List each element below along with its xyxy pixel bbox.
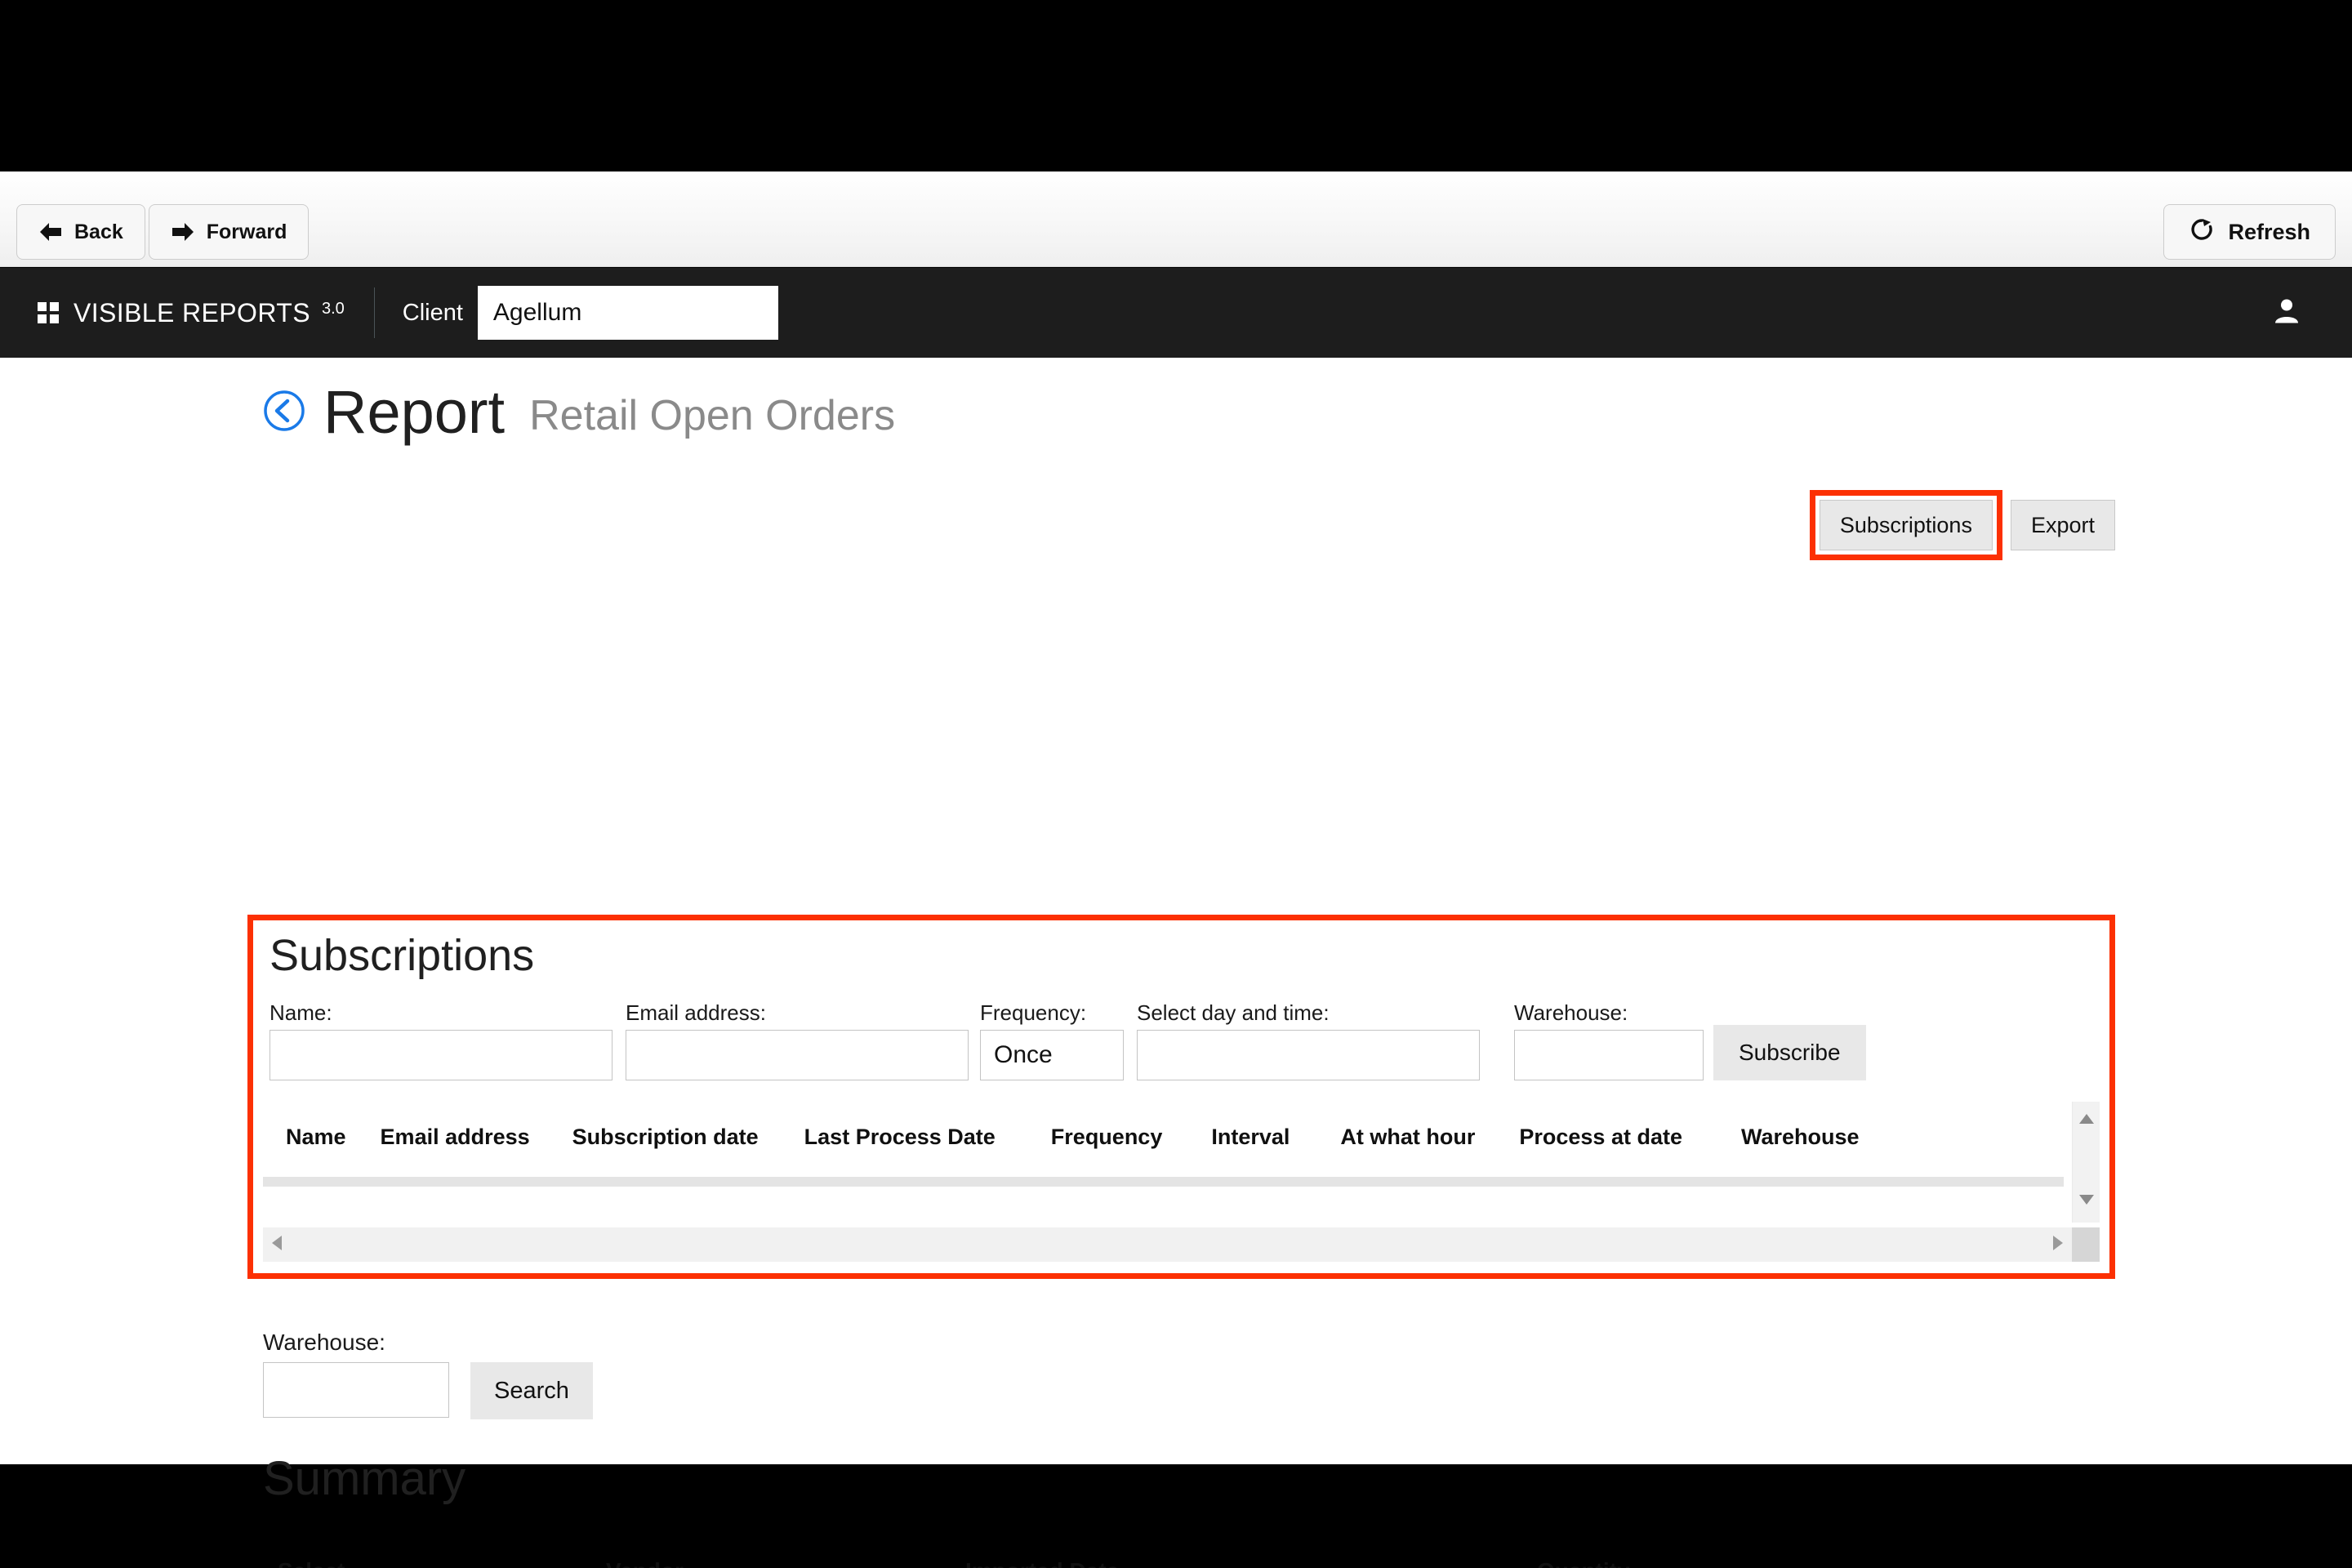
subscription-warehouse-input[interactable]: [1514, 1030, 1704, 1080]
column-header-interval[interactable]: Interval: [1211, 1125, 1290, 1150]
column-header-frequency[interactable]: Frequency: [1051, 1125, 1163, 1150]
subscriptions-button[interactable]: Subscriptions: [1819, 500, 1993, 550]
warehouse-search: Warehouse: Search: [263, 1330, 593, 1419]
client-input[interactable]: [477, 286, 778, 340]
subscription-form: Name: Email address: Frequency: Once Sel…: [270, 1002, 1866, 1080]
browser-nav-group: Back Forward: [16, 204, 310, 260]
screen-root: Back Forward Refresh VISIBLE REPORTS 3.0: [0, 0, 2352, 1568]
column-header-name[interactable]: Name: [286, 1125, 346, 1150]
grid-header-separator: [263, 1177, 2064, 1187]
grid-vertical-scrollbar[interactable]: [2072, 1102, 2100, 1223]
summary-column-vendor[interactable]: Vendor: [606, 1558, 965, 1568]
email-label: Email address:: [626, 1000, 766, 1025]
forward-button-label: Forward: [206, 220, 287, 243]
column-header-at-what-hour[interactable]: At what hour: [1340, 1125, 1475, 1150]
subscription-warehouse-label: Warehouse:: [1514, 1000, 1628, 1025]
header-divider: [373, 287, 375, 338]
report-actions: Subscriptions Export: [1809, 490, 2115, 560]
refresh-icon: [2189, 216, 2215, 248]
frequency-label: Frequency:: [980, 1000, 1087, 1025]
subscription-warehouse-field-group: Warehouse:: [1514, 1002, 1704, 1080]
warehouse-search-input[interactable]: [263, 1362, 449, 1418]
email-field-group: Email address:: [626, 1002, 969, 1080]
subscriptions-panel: Subscriptions Name: Email address: Frequ…: [247, 915, 2115, 1279]
subscriptions-grid-header: Name Email address Subscription date Las…: [263, 1102, 2064, 1172]
frequency-select[interactable]: Once: [980, 1030, 1124, 1080]
column-header-warehouse[interactable]: Warehouse: [1741, 1125, 1860, 1150]
name-input[interactable]: [270, 1030, 612, 1080]
app-header: VISIBLE REPORTS 3.0 Client: [0, 268, 2352, 358]
column-header-last-process-date[interactable]: Last Process Date: [804, 1125, 996, 1150]
arrow-left-icon: [38, 221, 63, 243]
summary-table-header: Select Vendor Imported Date Quantity: [263, 1542, 2086, 1568]
client-label: Client: [402, 299, 463, 326]
arrow-right-icon: [171, 221, 195, 243]
column-header-process-at-date[interactable]: Process at date: [1519, 1125, 1682, 1150]
scroll-left-icon[interactable]: [271, 1235, 283, 1255]
refresh-button[interactable]: Refresh: [2163, 204, 2336, 260]
name-field-group: Name:: [270, 1002, 612, 1080]
name-label: Name:: [270, 1000, 332, 1025]
back-circle-icon[interactable]: [263, 390, 305, 436]
brand-version: 3.0: [321, 299, 345, 318]
summary-column-imported-date[interactable]: Imported Date: [965, 1558, 1537, 1568]
daytime-input[interactable]: [1137, 1030, 1480, 1080]
page-subtitle: Retail Open Orders: [529, 392, 896, 439]
email-input[interactable]: [626, 1030, 969, 1080]
column-header-email-address[interactable]: Email address: [381, 1125, 530, 1150]
back-button-label: Back: [74, 220, 123, 243]
page-title: Report: [323, 378, 506, 446]
user-account-icon[interactable]: [2272, 296, 2301, 330]
search-button[interactable]: Search: [470, 1362, 593, 1419]
subscriptions-grid: Name Email address Subscription date Las…: [263, 1102, 2100, 1262]
scroll-right-icon[interactable]: [2052, 1235, 2064, 1255]
summary-column-quantity[interactable]: Quantity: [1537, 1558, 1864, 1568]
warehouse-search-label: Warehouse:: [263, 1330, 385, 1355]
subscriptions-heading: Subscriptions: [270, 931, 535, 980]
brand-name: VISIBLE REPORTS: [74, 297, 310, 327]
page-title-row: Report Retail Open Orders: [263, 382, 895, 443]
brand: VISIBLE REPORTS 3.0: [38, 298, 345, 328]
page-content: Report Retail Open Orders Subscriptions …: [0, 358, 2352, 1568]
subscribe-button[interactable]: Subscribe: [1713, 1025, 1866, 1080]
daytime-label: Select day and time:: [1137, 1000, 1330, 1025]
frequency-field-group: Frequency: Once: [980, 1002, 1124, 1080]
refresh-button-label: Refresh: [2228, 219, 2310, 244]
subscriptions-grid-body: [263, 1187, 2064, 1219]
grid-horizontal-scrollbar[interactable]: [263, 1227, 2072, 1262]
forward-button[interactable]: Forward: [148, 204, 310, 260]
back-button[interactable]: Back: [16, 204, 145, 260]
summary-column-select[interactable]: Select: [263, 1558, 606, 1568]
export-button[interactable]: Export: [2010, 500, 2115, 550]
grid-scroll-corner: [2072, 1227, 2100, 1262]
grid-logo-icon: [38, 302, 59, 323]
column-header-subscription-date[interactable]: Subscription date: [572, 1125, 759, 1150]
scroll-down-icon[interactable]: [2078, 1194, 2095, 1209]
subscriptions-highlight: Subscriptions: [1809, 490, 2002, 560]
browser-toolbar: [0, 172, 2352, 267]
scroll-up-icon[interactable]: [2078, 1113, 2095, 1129]
summary-table: Select Vendor Imported Date Quantity Tot…: [263, 1542, 2086, 1568]
daytime-field-group: Select day and time:: [1137, 1002, 1480, 1080]
summary-heading: Summary: [263, 1452, 466, 1505]
